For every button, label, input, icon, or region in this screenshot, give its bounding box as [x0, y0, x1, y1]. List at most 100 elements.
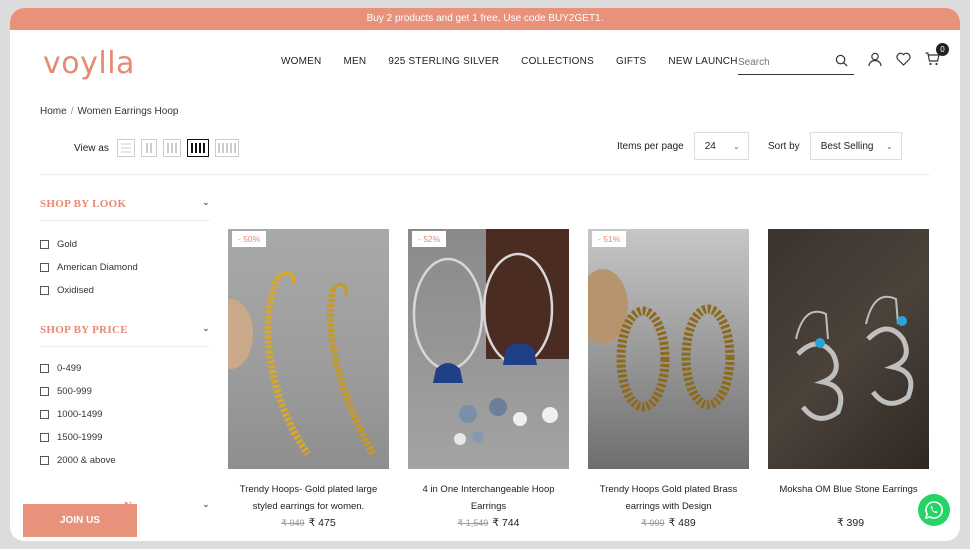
product-image[interactable] — [768, 229, 929, 469]
gold-hoop-earrings-image — [264, 271, 377, 457]
product-title[interactable]: 4 in One Interchangeable Hoop Earrings — [408, 481, 569, 515]
filter-option-1500-1999[interactable]: 1500-1999 — [40, 426, 210, 449]
breadcrumb-current: Women Earrings Hoop — [77, 106, 179, 117]
product-title[interactable]: Trendy Hoops Gold plated Brass earrings … — [588, 481, 749, 515]
toolbar-divider — [40, 174, 930, 175]
product-card[interactable]: - 52% 4 in One Interchangeable Hoop Earr… — [408, 229, 569, 529]
product-title[interactable]: Trendy Hoops- Gold plated large styled e… — [228, 481, 389, 515]
interchangeable-hoop-earrings-image — [412, 252, 558, 445]
search-icon[interactable] — [835, 54, 848, 72]
sort-by-value: Best Selling — [820, 141, 874, 152]
view-grid-4-button[interactable] — [186, 139, 209, 157]
filter-option-500-999[interactable]: 500-999 — [40, 380, 210, 403]
checkbox[interactable] — [40, 433, 49, 442]
checkbox[interactable] — [40, 387, 49, 396]
breadcrumb-home[interactable]: Home — [40, 106, 67, 117]
product-image[interactable]: - 51% — [588, 229, 749, 469]
filter-sidebar: SHOP BY LOOK ⌄ Gold American Diamond Oxi… — [40, 198, 210, 522]
page-frame: Buy 2 products and get 1 free, Use code … — [10, 8, 960, 541]
view-grid-5-button[interactable] — [214, 139, 239, 157]
sort-by-label: Sort by — [768, 140, 800, 152]
view-list-button[interactable] — [116, 139, 135, 157]
discount-badge: - 51% — [592, 231, 627, 247]
product-price: ₹ 1,549 ₹ 744 — [408, 517, 569, 529]
original-price: ₹ 949 — [281, 518, 305, 528]
product-image[interactable]: - 52% — [408, 229, 569, 469]
checkbox[interactable] — [40, 263, 49, 272]
nav-item-women[interactable]: WOMEN — [281, 56, 321, 67]
filter-option-2000-above[interactable]: 2000 & above — [40, 449, 210, 472]
gold-brass-hoop-earrings-image — [616, 304, 735, 412]
filter-option-label: 2000 & above — [57, 455, 116, 466]
sale-price: ₹ 489 — [668, 517, 696, 529]
site-header: voylla WOMEN MEN 925 STERLING SILVER COL… — [10, 30, 960, 98]
product-price: ₹ 399 — [768, 517, 929, 529]
heart-icon[interactable] — [896, 52, 911, 72]
search-box — [738, 52, 854, 75]
brand-logo[interactable]: voylla — [43, 46, 135, 81]
product-card[interactable]: - 51% Trendy Hoops Gold plated Brass ear… — [588, 229, 749, 529]
sort-by-control: Sort by Best Selling ⌄ — [768, 132, 902, 160]
filter-price-header[interactable]: SHOP BY PRICE ⌄ — [40, 324, 210, 347]
view-grid-3-button[interactable] — [162, 139, 181, 157]
filter-option-label: 500-999 — [57, 386, 92, 397]
whatsapp-icon[interactable] — [918, 494, 950, 526]
breadcrumb: Home / Women Earrings Hoop — [40, 106, 178, 117]
cart-count-badge: 0 — [936, 43, 949, 56]
chevron-down-icon: ⌄ — [202, 500, 210, 510]
view-grid-2-button[interactable] — [140, 139, 157, 157]
product-price: ₹ 949 ₹ 475 — [228, 517, 389, 529]
filter-look-title: SHOP BY LOOK — [40, 198, 127, 210]
search-input[interactable] — [738, 54, 828, 68]
discount-badge: - 50% — [232, 231, 267, 247]
filter-option-label: 0-499 — [57, 363, 82, 374]
checkbox[interactable] — [40, 410, 49, 419]
product-card[interactable]: - 50% Trendy Hoops- Gold plated large st… — [228, 229, 389, 529]
user-icon[interactable] — [868, 52, 882, 72]
chevron-down-icon: ⌄ — [885, 142, 893, 151]
filter-price-title: SHOP BY PRICE — [40, 324, 128, 336]
filter-option-label: 1000-1499 — [57, 409, 103, 420]
items-per-page-label: Items per page — [617, 140, 684, 152]
header-icons: 0 — [868, 43, 949, 72]
filter-option-label: 1500-1999 — [57, 432, 103, 443]
om-blue-stone-earrings-image — [795, 295, 914, 421]
sale-price: ₹ 399 — [836, 517, 865, 529]
items-per-page-value: 24 — [704, 141, 716, 152]
product-image[interactable]: - 50% — [228, 229, 389, 469]
checkbox[interactable] — [40, 364, 49, 373]
filter-option-1000-1499[interactable]: 1000-1499 — [40, 403, 210, 426]
sale-price: ₹ 475 — [308, 517, 336, 529]
product-card[interactable]: Moksha OM Blue Stone Earrings ₹ 399 — [768, 229, 929, 529]
cart-icon[interactable]: 0 — [925, 43, 949, 72]
chevron-down-icon: ⌄ — [202, 198, 210, 208]
product-grid: - 50% Trendy Hoops- Gold plated large st… — [228, 229, 929, 529]
join-us-button[interactable]: JOIN US — [23, 504, 137, 537]
nav-item-sterling-silver[interactable]: 925 STERLING SILVER — [388, 56, 499, 67]
filter-option-label: Oxidised — [57, 285, 94, 296]
product-title[interactable]: Moksha OM Blue Stone Earrings — [768, 481, 929, 515]
nav-item-collections[interactable]: COLLECTIONS — [521, 56, 594, 67]
main-nav: WOMEN MEN 925 STERLING SILVER COLLECTION… — [281, 56, 773, 67]
original-price: ₹ 1,549 — [457, 518, 489, 528]
filter-option-oxidised[interactable]: Oxidised — [40, 279, 210, 302]
checkbox[interactable] — [40, 240, 49, 249]
promo-banner[interactable]: Buy 2 products and get 1 free, Use code … — [10, 8, 960, 30]
filter-option-label: American Diamond — [57, 262, 138, 273]
items-per-page-select[interactable]: 24 ⌄ — [693, 132, 749, 160]
filter-option-0-499[interactable]: 0-499 — [40, 357, 210, 380]
discount-badge: - 52% — [412, 231, 447, 247]
filter-look-header[interactable]: SHOP BY LOOK ⌄ — [40, 198, 210, 221]
sort-by-select[interactable]: Best Selling ⌄ — [809, 132, 902, 160]
checkbox[interactable] — [40, 456, 49, 465]
original-price: ₹ 999 — [641, 518, 665, 528]
sale-price: ₹ 744 — [492, 517, 520, 529]
checkbox[interactable] — [40, 286, 49, 295]
nav-item-gifts[interactable]: GIFTS — [616, 56, 646, 67]
view-as-control: View as — [74, 139, 239, 157]
chevron-down-icon: ⌄ — [202, 324, 210, 334]
filter-option-gold[interactable]: Gold — [40, 233, 210, 256]
nav-item-men[interactable]: MEN — [343, 56, 366, 67]
filter-option-american-diamond[interactable]: American Diamond — [40, 256, 210, 279]
items-per-page-control: Items per page 24 ⌄ — [617, 132, 749, 160]
